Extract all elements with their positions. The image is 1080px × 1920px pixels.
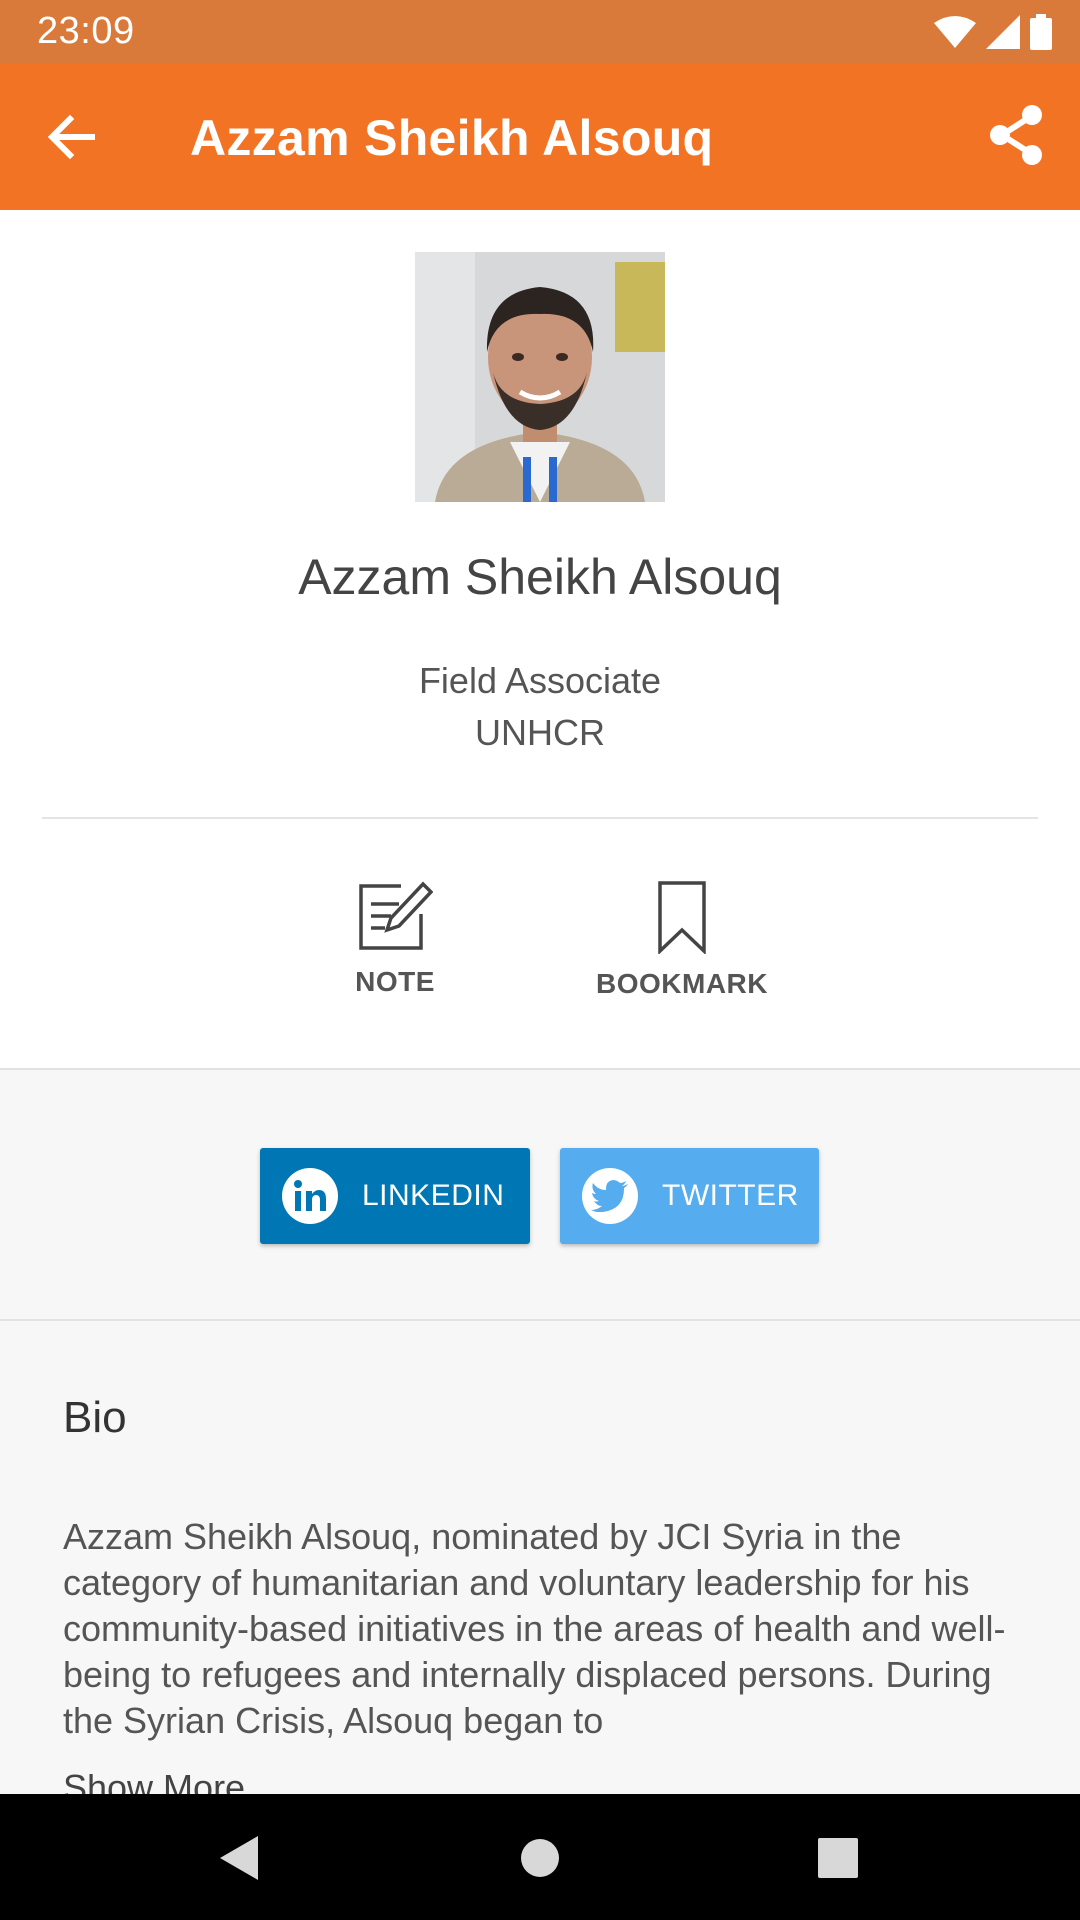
nav-recents-button[interactable]: [806, 1826, 870, 1890]
nav-home-button[interactable]: [508, 1826, 572, 1890]
twitter-bird-icon: [582, 1168, 638, 1224]
status-bar: 23:09: [0, 0, 1080, 63]
arrow-left-icon: [47, 114, 95, 160]
status-icons: [934, 12, 1052, 52]
square-recents-icon: [818, 1838, 858, 1878]
cell-signal-icon: [986, 15, 1020, 49]
note-label: NOTE: [355, 966, 435, 997]
wifi-icon: [934, 16, 976, 48]
bookmark-icon: [658, 881, 706, 954]
system-nav-bar: [0, 1794, 1080, 1920]
triangle-back-icon: [220, 1836, 258, 1880]
bio-section: Bio Azzam Sheikh Alsouq, nominated by JC…: [0, 1321, 1080, 1794]
circle-home-icon: [521, 1839, 559, 1877]
app-bar-title: Azzam Sheikh Alsouq: [190, 110, 714, 166]
bio-text: Azzam Sheikh Alsouq, nominated by JCI Sy…: [63, 1516, 1006, 1741]
status-time: 23:09: [37, 10, 135, 52]
profile-section: Azzam Sheikh Alsouq Field Associate UNHC…: [0, 210, 1080, 1068]
nav-back-button[interactable]: [208, 1826, 272, 1890]
organization: UNHCR: [475, 712, 605, 753]
divider: [42, 817, 1038, 819]
linkedin-button[interactable]: LINKEDIN: [260, 1148, 530, 1244]
speaker-name: Azzam Sheikh Alsouq: [298, 549, 782, 605]
job-title: Field Associate: [418, 660, 662, 701]
bookmark-label: BOOKMARK: [596, 968, 768, 999]
app-bar: Azzam Sheikh Alsouq: [0, 63, 1080, 210]
share-button[interactable]: [986, 103, 1050, 167]
linkedin-icon: [282, 1168, 338, 1224]
bookmark-button[interactable]: BOOKMARK: [572, 880, 792, 1020]
note-button[interactable]: NOTE: [285, 880, 505, 1020]
social-links-section: LINKEDIN TWITTER: [0, 1068, 1080, 1321]
bio-title: Bio: [63, 1393, 127, 1442]
edit-note-icon: [359, 881, 433, 950]
linkedin-label: LINKEDIN: [362, 1179, 505, 1212]
show-more-link[interactable]: Show More: [63, 1767, 245, 1794]
profile-photo: [415, 252, 665, 502]
twitter-button[interactable]: TWITTER: [560, 1148, 819, 1244]
battery-icon: [1030, 14, 1052, 50]
back-button[interactable]: [40, 105, 104, 169]
share-icon: [990, 105, 1042, 165]
twitter-label: TWITTER: [662, 1179, 799, 1212]
